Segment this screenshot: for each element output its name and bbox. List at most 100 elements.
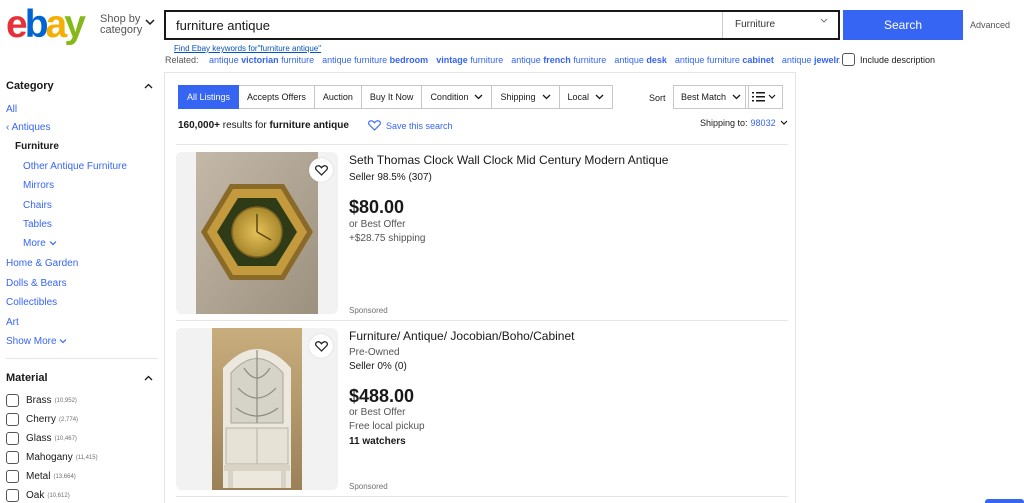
heart-icon — [314, 164, 328, 176]
filter-auction[interactable]: Auction — [314, 85, 362, 109]
material-checkbox[interactable] — [6, 413, 19, 426]
related-search-link[interactable]: antique furniture cabinet — [675, 55, 774, 65]
category-all-link[interactable]: All — [6, 104, 17, 115]
related-search-link[interactable]: antique jewelr... — [782, 55, 840, 65]
material-filter-mahogany[interactable]: Mahogany (11,415) — [6, 451, 98, 464]
category-antiques-link[interactable]: ‹ Antiques — [6, 122, 50, 133]
category-select-value: Furniture — [735, 19, 776, 30]
search-bar: Furniture — [164, 10, 840, 40]
material-checkbox[interactable] — [6, 470, 19, 483]
item-best-offer: or Best Offer — [349, 219, 406, 230]
filter-buy-it-now[interactable]: Buy It Now — [361, 85, 423, 109]
related-search-link[interactable]: antique desk — [614, 55, 667, 65]
filter-local-dropdown[interactable]: Local — [559, 85, 614, 109]
sort-dropdown[interactable]: Best Match — [673, 85, 750, 109]
item-watchers: 11 watchers — [349, 436, 406, 447]
item-seller: Seller 98.5% (307) — [349, 172, 432, 183]
ebay-logo[interactable]: ebay — [6, 5, 86, 45]
sponsored-label: Sponsored — [349, 482, 388, 491]
list-view-icon — [752, 92, 776, 102]
heart-icon — [368, 120, 381, 131]
material-heading: Material — [6, 372, 48, 384]
category-link[interactable]: Dolls & Bears — [6, 278, 67, 289]
subcategory-link[interactable]: Tables — [23, 219, 52, 230]
related-search-link[interactable]: antique french furniture — [511, 55, 606, 65]
sidebar-divider — [6, 358, 158, 359]
material-filter-brass[interactable]: Brass (10,952) — [6, 394, 77, 407]
sort-label: Sort — [649, 93, 666, 103]
related-label: Related: — [165, 55, 199, 65]
item-shipping: +$28.75 shipping — [349, 233, 426, 244]
include-description-label: Include description — [860, 54, 936, 65]
watch-heart-button[interactable] — [309, 158, 333, 182]
watch-heart-button[interactable] — [309, 334, 333, 358]
save-search-link[interactable]: Save this search — [368, 120, 453, 131]
chevron-down-icon — [59, 339, 67, 344]
category-heading: Category — [6, 80, 54, 92]
material-checkbox[interactable] — [6, 432, 19, 445]
item-title-link[interactable]: Seth Thomas Clock Wall Clock Mid Century… — [349, 153, 668, 167]
chevron-down-icon — [780, 120, 788, 125]
category-link[interactable]: Art — [6, 317, 19, 328]
find-keywords-link[interactable]: Find Ebay keywords for"furniture antique… — [174, 44, 321, 53]
category-current: Furniture — [15, 141, 59, 152]
shop-by-category-button[interactable]: Shop by category — [100, 14, 155, 36]
related-search-link[interactable]: vintage furniture — [436, 55, 503, 65]
chevron-down-icon — [820, 18, 828, 23]
show-more-link[interactable]: Show More — [6, 336, 67, 347]
filter-condition-dropdown[interactable]: Condition — [422, 85, 493, 109]
item-divider — [176, 320, 788, 321]
item-best-offer: or Best Offer — [349, 407, 406, 418]
include-description-checkbox[interactable] — [842, 53, 855, 66]
search-input[interactable] — [166, 12, 722, 38]
filter-accepts-offers[interactable]: Accepts Offers — [239, 85, 315, 109]
chevron-up-icon[interactable] — [144, 375, 153, 381]
subcategory-link[interactable]: Chairs — [23, 200, 52, 211]
advanced-search-link[interactable]: Advanced — [970, 20, 1010, 30]
item-price: $80.00 — [349, 197, 405, 217]
shop-by-category-label: category — [100, 24, 143, 36]
shipping-to-selector[interactable]: Shipping to: 98032 — [700, 118, 788, 128]
item-divider — [176, 496, 788, 497]
material-checkbox[interactable] — [6, 451, 19, 464]
results-count: 160,000+ results for furniture antique — [178, 120, 349, 131]
category-select[interactable]: Furniture — [722, 12, 838, 38]
chevron-down-icon — [595, 94, 604, 100]
material-filter-oak[interactable]: Oak (10,612) — [6, 489, 70, 502]
chevron-down-icon — [49, 241, 57, 246]
subcategory-link[interactable]: Mirrors — [23, 180, 54, 191]
related-searches: Related: antique victorian furniture anti… — [165, 55, 840, 65]
material-checkbox[interactable] — [6, 489, 19, 502]
item-seller: Seller 0% (0) — [349, 361, 407, 372]
related-search-link[interactable]: antique furniture bedroom — [322, 55, 428, 65]
item-condition: Pre-Owned — [349, 347, 400, 358]
material-filter-glass[interactable]: Glass (10,467) — [6, 432, 77, 445]
material-filter-cherry[interactable]: Cherry (2,774) — [6, 413, 78, 426]
subcategory-link[interactable]: Other Antique Furniture — [23, 161, 127, 172]
chevron-down-icon — [542, 94, 550, 100]
item-price: $488.00 — [349, 386, 415, 406]
chevron-down-icon — [475, 94, 483, 100]
chevron-up-icon[interactable] — [144, 83, 153, 89]
item-image[interactable] — [176, 152, 338, 314]
chevron-down-icon — [732, 94, 741, 100]
material-checkbox[interactable] — [6, 394, 19, 407]
filter-all-listings[interactable]: All Listings — [178, 85, 240, 109]
feedback-tab[interactable] — [985, 499, 1024, 503]
item-image[interactable] — [176, 328, 338, 490]
more-subcategories-link[interactable]: More — [23, 238, 57, 249]
listing-filters: All Listings Accepts Offers Auction Buy … — [178, 85, 614, 109]
view-toggle-button[interactable] — [745, 85, 783, 109]
material-filter-metal[interactable]: Metal (13,664) — [6, 470, 76, 483]
category-link[interactable]: Home & Garden — [6, 258, 78, 269]
item-title-link[interactable]: Furniture/ Antique/ Jocobian/Boho/Cabine… — [349, 329, 574, 343]
sponsored-label: Sponsored — [349, 306, 388, 315]
category-link[interactable]: Collectibles — [6, 297, 57, 308]
heart-icon — [314, 340, 328, 352]
item-shipping: Free local pickup — [349, 421, 425, 432]
filter-shipping-dropdown[interactable]: Shipping — [492, 85, 560, 109]
search-button[interactable]: Search — [843, 10, 963, 40]
related-search-link[interactable]: antique victorian furniture — [209, 55, 314, 65]
include-description-option[interactable]: Include description — [842, 53, 935, 66]
chevron-down-icon — [145, 19, 155, 26]
